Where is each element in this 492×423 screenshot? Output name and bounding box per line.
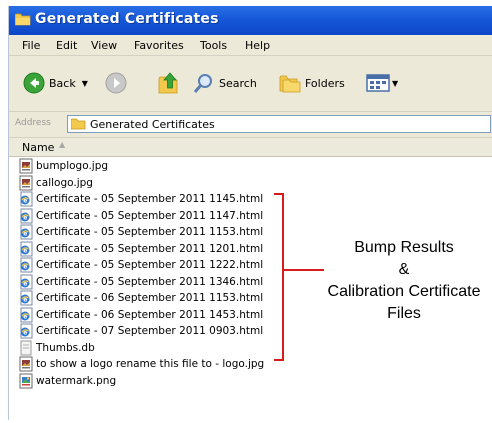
file-row[interactable]: to show a logo rename this file to - log…: [9, 356, 492, 373]
file-name: bumplogo.jpg: [36, 160, 109, 173]
html-file-icon: e: [18, 323, 34, 339]
menu-view[interactable]: View: [91, 39, 117, 52]
search-icon: [193, 74, 212, 93]
folder-icon: [71, 118, 86, 130]
annotation-line-1: Bump Results: [354, 239, 454, 256]
address-value: Generated Certificates: [90, 118, 215, 131]
file-row[interactable]: e Certificate - 07 September 2011 0903.ht…: [9, 323, 492, 340]
db-file-icon: [18, 340, 34, 356]
svg-text:e: e: [23, 214, 27, 221]
folders-button[interactable]: Folders: [279, 70, 345, 96]
file-name: Certificate - 05 September 2011 1153.htm…: [36, 226, 264, 239]
annotation-line-4: Files: [387, 305, 421, 322]
image-file-icon: [18, 175, 34, 191]
search-button[interactable]: Search: [193, 70, 257, 96]
file-row[interactable]: e Certificate - 05 September 2011 1145.ht…: [9, 191, 492, 208]
address-label: Address: [15, 118, 51, 128]
annotation-text: Bump Results & Calibration Certificate F…: [309, 237, 492, 325]
file-name: callogo.jpg: [36, 176, 93, 189]
svg-text:e: e: [23, 247, 27, 254]
menu-help[interactable]: Help: [245, 39, 270, 52]
annotation-line-2: &: [398, 261, 410, 278]
sort-ascending-icon: ▲: [59, 140, 66, 149]
html-file-icon: e: [18, 241, 34, 257]
file-row[interactable]: e Certificate - 05 September 2011 1147.ht…: [9, 208, 492, 225]
menu-file[interactable]: File: [22, 39, 40, 52]
folders-label: Folders: [305, 76, 345, 90]
file-name: watermark.png: [36, 374, 117, 387]
menu-bar: File Edit View Favorites Tools Help: [9, 35, 492, 56]
html-file-icon: e: [18, 191, 34, 207]
views-dropdown-icon[interactable]: ▼: [392, 79, 398, 88]
file-name: to show a logo rename this file to - log…: [36, 358, 265, 371]
folder-icon: [15, 13, 31, 26]
views-button[interactable]: ▼: [366, 70, 398, 96]
svg-text:e: e: [23, 313, 27, 320]
png-file-icon: [18, 373, 34, 389]
svg-text:e: e: [23, 198, 27, 205]
file-row[interactable]: watermark.png: [9, 373, 492, 390]
title-bar[interactable]: Generated Certificates: [9, 6, 492, 35]
file-name: Certificate - 05 September 2011 1201.htm…: [36, 242, 264, 255]
html-file-icon: e: [18, 257, 34, 273]
address-bar: Address Generated Certificates: [9, 112, 492, 138]
html-file-icon: e: [18, 307, 34, 323]
folders-icon: [279, 75, 301, 93]
image-file-icon: [18, 158, 34, 174]
address-field[interactable]: Generated Certificates: [67, 115, 491, 133]
file-name: Certificate - 07 September 2011 0903.htm…: [36, 325, 264, 338]
search-label: Search: [219, 76, 257, 90]
back-button[interactable]: Back ▼: [23, 70, 88, 96]
file-name: Certificate - 05 September 2011 1346.htm…: [36, 275, 264, 288]
window-title: Generated Certificates: [35, 11, 219, 27]
menu-favorites[interactable]: Favorites: [134, 39, 184, 52]
html-file-icon: e: [18, 224, 34, 240]
views-icon: [366, 74, 390, 92]
file-row[interactable]: callogo.jpg: [9, 175, 492, 192]
html-file-icon: e: [18, 208, 34, 224]
toolbar: Back ▼ Search Folders ▼: [9, 56, 492, 112]
menu-edit[interactable]: Edit: [56, 39, 77, 52]
up-folder-icon: [158, 72, 178, 94]
svg-text:e: e: [23, 231, 27, 238]
file-name: Certificate - 06 September 2011 1453.htm…: [36, 308, 264, 321]
html-file-icon: e: [18, 274, 34, 290]
svg-text:e: e: [23, 297, 27, 304]
svg-text:e: e: [23, 330, 27, 337]
image-file-icon: [18, 356, 34, 372]
file-name: Certificate - 06 September 2011 1153.htm…: [36, 292, 264, 305]
svg-text:e: e: [23, 280, 27, 287]
file-row[interactable]: Thumbs.db: [9, 340, 492, 357]
annotation-bracket: [274, 193, 284, 361]
menu-tools[interactable]: Tools: [200, 39, 227, 52]
back-arrow-icon: [23, 72, 45, 94]
html-file-icon: e: [18, 290, 34, 306]
file-name: Thumbs.db: [36, 341, 95, 354]
explorer-window: Generated Certificates File Edit View Fa…: [8, 6, 492, 420]
back-label: Back: [49, 76, 76, 90]
annotation-line-3: Calibration Certificate: [327, 283, 481, 300]
file-name: Certificate - 05 September 2011 1147.htm…: [36, 209, 264, 222]
svg-text:e: e: [23, 264, 27, 271]
forward-arrow-icon: [105, 72, 127, 94]
column-name-header[interactable]: Name: [22, 141, 54, 154]
forward-button[interactable]: [105, 70, 127, 96]
up-folder-button[interactable]: [157, 70, 181, 96]
column-header: Name ▲: [9, 138, 492, 157]
dropdown-arrow-icon[interactable]: ▼: [82, 79, 88, 88]
file-row[interactable]: bumplogo.jpg: [9, 158, 492, 175]
file-name: Certificate - 05 September 2011 1222.htm…: [36, 259, 264, 272]
file-name: Certificate - 05 September 2011 1145.htm…: [36, 193, 264, 206]
